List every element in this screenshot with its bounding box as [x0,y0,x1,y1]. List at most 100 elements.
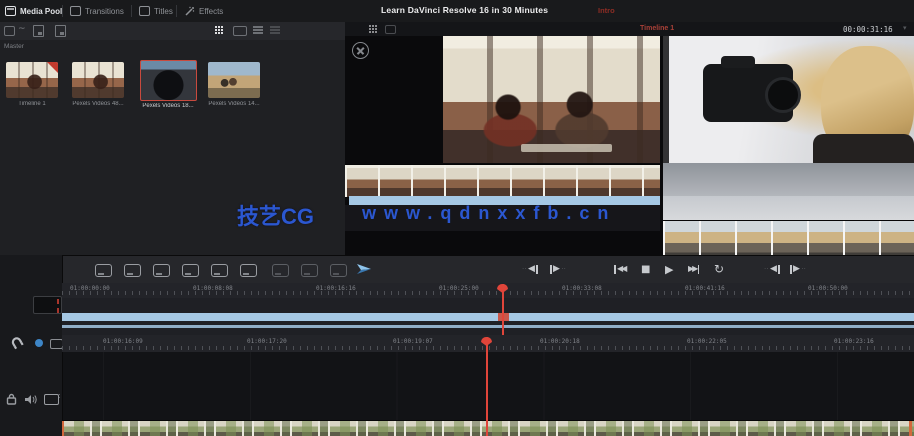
sort-icon[interactable] [270,26,280,28]
bin-label: Master [4,43,24,50]
ruler-timecode: 01:00:20:18 [540,338,580,345]
timeline-video-clip-filmstrip[interactable] [62,420,914,436]
go-to-end-button[interactable]: ▶▶ [688,261,700,277]
media-clip-label: Pexels Videos 48... [72,101,124,107]
thumbnail-view-icon[interactable] [215,26,217,28]
toolbar-divider [62,5,63,17]
jog-forward-button-right[interactable]: ▶ ·· [790,261,806,277]
media-clip-label: Pexels Videos 18... [142,103,194,109]
list-view-icon[interactable] [253,26,263,28]
current-clip-highlight [498,313,509,321]
filmstrip-view-icon[interactable] [233,26,247,36]
enable-video-icon[interactable] [44,394,59,405]
smart-insert-icon[interactable] [95,264,112,277]
media-pool-button[interactable]: Media Pool [5,3,62,19]
effects-button[interactable]: Effects [184,3,223,19]
ripple-overwrite-icon[interactable] [153,264,170,277]
fast-review-arrow-icon[interactable] [355,261,373,277]
lock-track-icon[interactable] [6,393,17,405]
timeline-name-label[interactable]: Timeline 1 [640,25,674,32]
go-end-icon: ▶▶ [688,264,698,273]
light-strip [663,196,914,220]
go-start-icon: ◀◀ [617,264,627,273]
mini-timeline-ruler[interactable]: 01:00:00:00 01:00:08:08 01:00:16:16 01:0… [62,283,914,298]
titles-button[interactable]: Titles [139,3,173,19]
top-toolbar: Media Pool Transitions Titles Effects Le… [0,0,914,23]
media-pool-toolbar: ~ [0,22,345,41]
media-clip[interactable] [72,62,124,98]
mute-speaker-icon[interactable] [24,394,37,405]
cafe-video-frame[interactable] [443,36,660,163]
audio-wave-icon[interactable]: ~ [18,24,26,34]
transitions-icon [70,6,81,16]
viewer-timecode: 00:00:31:16 [843,25,893,34]
ruler-timecode: 01:00:16:16 [316,285,356,292]
append-clip-icon[interactable] [124,264,141,277]
step-back-icon: ◀ [527,264,535,274]
overview-audio-clip-bar[interactable] [62,325,914,328]
title-tool-icon[interactable] [301,264,318,277]
media-clip-timeline[interactable] [6,62,58,98]
blonde-filmstrip[interactable] [663,220,914,259]
loop-button[interactable]: ↻ [714,261,724,277]
ruler-timecode: 01:00:50:00 [808,285,848,292]
jog-back-button-right[interactable]: ·· ◀ [764,261,780,277]
source-overwrite-icon[interactable] [240,264,257,277]
jog-back-button[interactable]: ·· ◀ [522,261,538,277]
ruler-timecode: 01:00:16:09 [103,338,143,345]
viewer-grid-icon[interactable] [369,25,371,27]
media-pool-label: Media Pool [20,6,63,16]
import-media-icon[interactable] [33,25,44,37]
davinci-resolve-window: Media Pool Transitions Titles Effects Le… [0,0,914,436]
play-button[interactable]: ▶ [665,261,673,277]
media-clip-label: Timeline 1 [18,101,46,107]
clip-out-edge[interactable] [909,421,912,436]
transitions-button[interactable]: Transitions [70,3,124,19]
ruler-timecode: 01:00:25:00 [439,285,479,292]
step-forward-icon: ▶ [553,264,560,274]
watermark-brand: 技艺CG [237,204,315,229]
viewer-header: Timeline 1 00:00:31:16 ▾ [345,22,914,36]
ruler-timecode: 01:00:19:07 [393,338,433,345]
stop-icon: ■ [641,263,651,275]
watermark-url: www.qdnxxfb.cn [362,203,617,223]
go-to-start-button[interactable]: ◀◀ [614,261,627,277]
track-drag-dots[interactable]: : [58,392,61,400]
place-on-top-icon[interactable] [211,264,228,277]
blurred-strip [663,163,914,196]
media-clip-selected[interactable] [140,60,197,101]
clip-in-edge[interactable] [62,421,64,436]
effects-tool-icon[interactable] [330,264,347,277]
jog-forward-button[interactable]: ▶ ·· [550,261,566,277]
transition-tool-icon[interactable] [272,264,289,277]
close-circle-icon[interactable] [352,42,369,59]
new-bin-icon[interactable] [55,25,66,37]
timeline-sidebar: : [0,255,63,436]
media-clip[interactable] [208,62,260,98]
photographer-video-frame[interactable] [663,36,914,163]
chevron-down-icon[interactable]: ▾ [903,24,907,32]
red-marker-dash [57,299,59,304]
ruler-ticks [62,291,914,295]
ruler-timecode: 01:00:00:00 [70,285,110,292]
timeline-playhead-line[interactable] [486,337,488,436]
overview-video-clip-bar[interactable] [62,313,914,321]
toolbar-divider [131,5,132,17]
ruler-timecode: 01:00:23:16 [834,338,874,345]
media-pool-icon [5,6,16,16]
marker-color-dot[interactable] [35,339,43,347]
ruler-timecode: 01:00:17:20 [247,338,287,345]
coat-shape [813,134,914,163]
stop-button[interactable]: ■ [641,261,650,277]
close-up-icon[interactable] [182,264,199,277]
toolbar-divider [176,5,177,17]
step-forward-icon: ▶ [793,264,800,274]
red-marker-dash [57,308,59,313]
cafe-filmstrip[interactable] [345,164,660,198]
snapping-magnet-icon[interactable] [9,335,27,353]
clip-filmstrip-icon[interactable] [4,26,15,36]
ruler-ticks [62,346,914,350]
main-timeline: 01:00:16:09 01:00:17:20 01:00:19:07 01:0… [62,335,914,436]
viewer-single-icon[interactable] [385,25,396,34]
window-edge-shape [663,36,669,163]
